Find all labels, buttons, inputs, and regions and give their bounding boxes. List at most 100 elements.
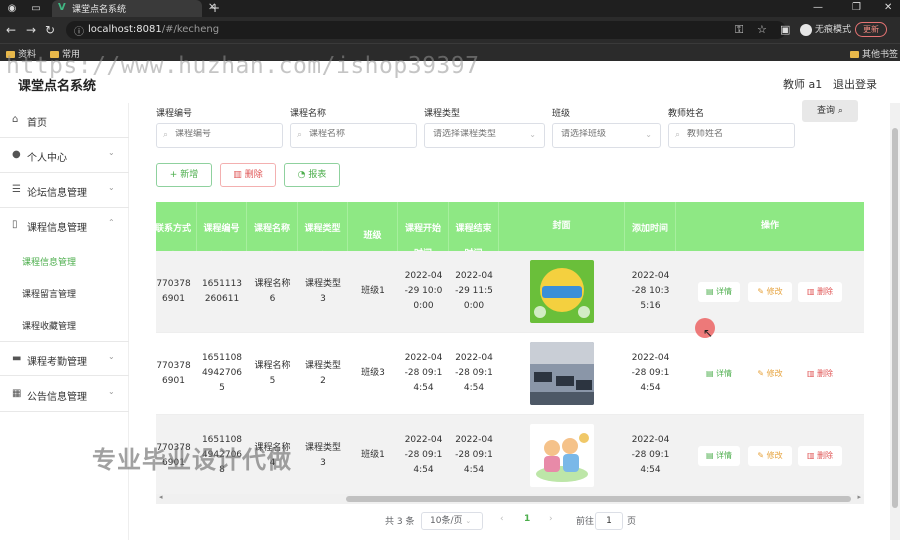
- detail-button[interactable]: ▤ 详情: [698, 364, 740, 384]
- label-course-type: 课程类型: [424, 109, 461, 119]
- sidebar-item-label: 课程信息管理: [27, 223, 87, 234]
- cell-start: 2022-04 -28 09:1 4:54: [404, 353, 443, 393]
- course-type-select[interactable]: ⌄: [424, 123, 545, 148]
- table-header: 联系方式▲ 课程编号▲ 课程名称▲ 课程类型▲ 班级▲ 课程开始时间 课程结束时…: [156, 202, 864, 266]
- cell-class: 班级1: [361, 286, 385, 296]
- prev-page-icon[interactable]: ‹: [500, 514, 504, 524]
- col-course-code[interactable]: 课程编号▲: [197, 202, 247, 259]
- goto-page-input[interactable]: 1: [595, 512, 623, 530]
- trash-icon: ▥: [233, 170, 242, 180]
- col-added-time[interactable]: 添加时间▲: [625, 202, 676, 259]
- chevron-down-icon: ⌄: [108, 352, 115, 361]
- submenu-course-message[interactable]: 课程留言管理: [22, 287, 76, 300]
- cell-end: 2022-04 -28 09:1 4:54: [455, 353, 493, 393]
- cell-cover: [499, 333, 625, 414]
- sidebar-item-home[interactable]: ⌂ 首页: [0, 103, 129, 138]
- sidepanel-icon[interactable]: ▣: [780, 23, 790, 36]
- update-button[interactable]: 更新: [855, 22, 887, 37]
- sidebar-item-profile[interactable]: ● 个人中心 ⌄: [0, 138, 129, 173]
- sidebar-item-label: 课程考勤管理: [27, 357, 87, 368]
- cell-added: 2022-04 -28 09:1 4:54: [631, 353, 670, 393]
- label-course-code: 课程编号: [156, 109, 193, 119]
- list-icon: ☰: [12, 184, 21, 195]
- scroll-left-icon[interactable]: ◂: [159, 493, 163, 501]
- page-vertical-scrollbar[interactable]: [890, 103, 900, 540]
- star-icon[interactable]: ☆: [757, 23, 767, 36]
- minimize-icon[interactable]: —: [813, 2, 823, 13]
- logout-link[interactable]: 退出登录: [833, 76, 877, 92]
- cell-code: 1651108 4942706 5: [201, 353, 243, 393]
- col-contact[interactable]: 联系方式▲: [156, 202, 197, 259]
- forward-icon[interactable]: →: [26, 23, 36, 37]
- key-icon[interactable]: ⚿: [735, 23, 743, 37]
- course-name-field[interactable]: [309, 129, 409, 139]
- col-class[interactable]: 班级▲: [348, 202, 398, 266]
- chevron-down-icon: ⌄: [465, 517, 472, 525]
- detail-button[interactable]: ▤ 详情: [698, 282, 740, 302]
- delete-button[interactable]: ▥ 删除: [220, 163, 276, 187]
- reload-icon[interactable]: ↻: [45, 23, 55, 37]
- scrollbar-thumb[interactable]: [346, 496, 851, 502]
- edit-button[interactable]: ✎ 修改: [748, 364, 792, 384]
- cell-code: 1651113 260611: [201, 278, 243, 304]
- add-button[interactable]: + 新增: [156, 163, 212, 187]
- scrollbar-thumb[interactable]: [892, 128, 898, 508]
- class-field[interactable]: [561, 129, 647, 139]
- page-number-current[interactable]: 1: [524, 514, 530, 524]
- cover-image[interactable]: [530, 260, 594, 323]
- sidebar-item-label: 首页: [27, 118, 47, 129]
- url-field[interactable]: ⓘ localhost:8081/#/kecheng: [66, 21, 786, 39]
- restore-icon[interactable]: ❐: [852, 2, 861, 13]
- col-course-type[interactable]: 课程类型▲: [298, 202, 348, 259]
- sidebar-item-notice[interactable]: ▦ 公告信息管理 ⌄: [0, 377, 129, 412]
- cell-added: 2022-04 -28 09:1 4:54: [631, 435, 670, 475]
- cover-image[interactable]: [530, 424, 594, 487]
- teacher-name-field[interactable]: [687, 129, 787, 139]
- cell-class: 班级3: [361, 368, 385, 378]
- report-button[interactable]: ◔ 报表: [284, 163, 340, 187]
- cover-image[interactable]: [530, 342, 594, 405]
- next-page-icon[interactable]: ›: [549, 514, 553, 524]
- remove-button[interactable]: ▥ 删除: [798, 446, 842, 466]
- sidebar-item-label: 个人中心: [27, 153, 67, 164]
- back-icon[interactable]: ←: [6, 23, 16, 37]
- teacher-name-input[interactable]: ⌕: [668, 123, 795, 148]
- course-name-input[interactable]: ⌕: [290, 123, 417, 148]
- class-select[interactable]: ⌄: [552, 123, 661, 148]
- cell-cover: [499, 251, 625, 332]
- remove-button[interactable]: ▥ 删除: [798, 282, 842, 302]
- bookmark-folder-other[interactable]: 其他书签: [850, 47, 898, 60]
- window-close-icon[interactable]: ✕: [884, 2, 892, 13]
- chart-icon: ◔: [297, 170, 306, 180]
- incognito-profile[interactable]: 无痕模式: [800, 22, 851, 36]
- globe-icon[interactable]: ◉: [6, 3, 18, 14]
- remove-button[interactable]: ▥ 删除: [798, 364, 842, 384]
- detail-button[interactable]: ▤ 详情: [698, 446, 740, 466]
- label-teacher-name: 教师姓名: [668, 109, 705, 119]
- submenu-course-favorite[interactable]: 课程收藏管理: [22, 319, 76, 332]
- course-type-field[interactable]: [433, 129, 529, 139]
- tab-list-icon[interactable]: ▭: [30, 3, 42, 14]
- query-button[interactable]: 查询 ⌕: [802, 100, 858, 122]
- sidebar-item-attendance[interactable]: ▬ 课程考勤管理 ⌄: [0, 341, 129, 376]
- col-operations: 操作: [760, 221, 779, 231]
- sidebar-item-course[interactable]: ▯ 课程信息管理 ⌃: [0, 208, 129, 243]
- submenu-course-info[interactable]: 课程信息管理: [22, 255, 76, 268]
- cell-contact: 770378 6901: [156, 360, 191, 386]
- info-icon[interactable]: ⓘ: [74, 23, 84, 38]
- incognito-icon: [800, 23, 812, 36]
- sidebar-item-forum[interactable]: ☰ 论坛信息管理 ⌄: [0, 173, 129, 208]
- col-course-name[interactable]: 课程名称▲: [247, 202, 298, 259]
- page-size-select[interactable]: 10条/页 ⌄: [421, 512, 483, 530]
- course-code-field[interactable]: [175, 129, 275, 139]
- edit-button[interactable]: ✎ 修改: [748, 446, 792, 466]
- chevron-down-icon: ⌄: [108, 387, 115, 396]
- cell-name: 课程名称 6: [254, 278, 291, 304]
- browser-tab-active[interactable]: V 课堂点名系统 ✕: [52, 0, 216, 17]
- new-tab-icon[interactable]: +: [210, 1, 220, 15]
- user-icon: ●: [12, 149, 21, 160]
- course-code-input[interactable]: ⌕: [156, 123, 283, 148]
- scroll-right-icon[interactable]: ▸: [857, 493, 861, 501]
- edit-button[interactable]: ✎ 修改: [748, 282, 792, 302]
- table-horizontal-scrollbar[interactable]: ◂ ▸: [156, 493, 864, 504]
